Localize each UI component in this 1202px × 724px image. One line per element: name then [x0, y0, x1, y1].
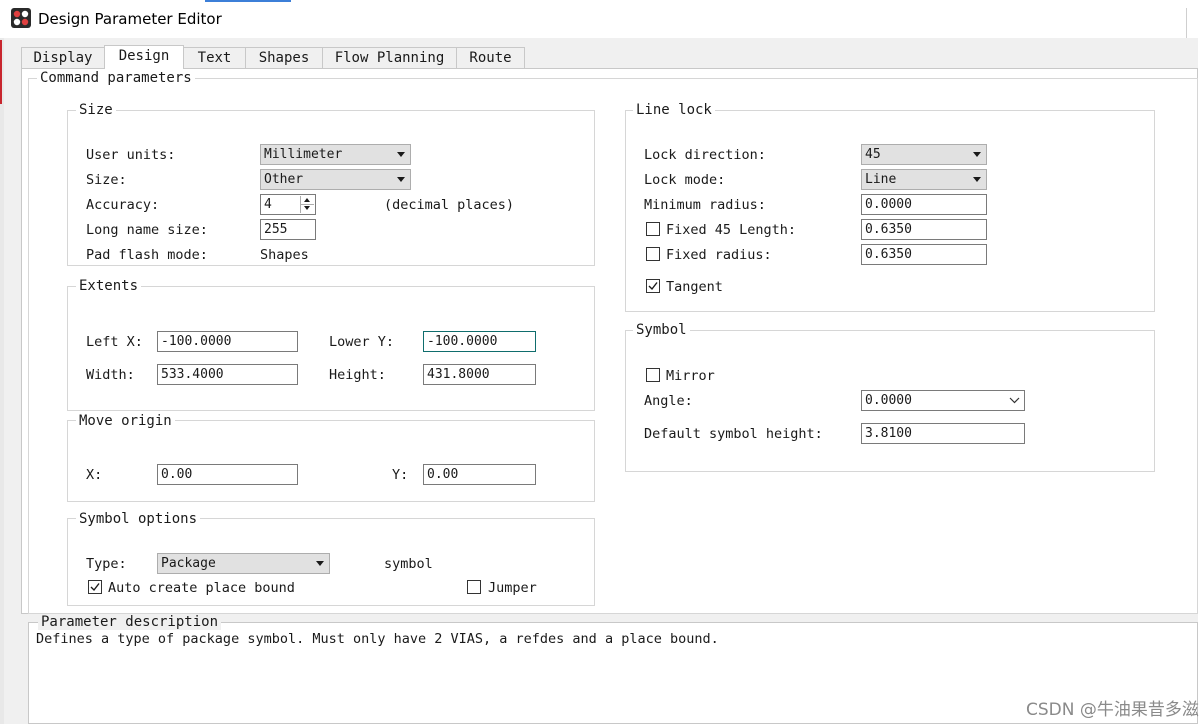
tab-route[interactable]: Route [456, 47, 525, 68]
origin-y-label: Y: [392, 467, 409, 483]
default-height-input[interactable]: 3.8100 [861, 423, 1025, 444]
user-units-value: Millimeter [264, 147, 343, 162]
jumper-checkbox[interactable] [467, 580, 481, 594]
tangent-label: Tangent [666, 279, 723, 295]
lower-y-input[interactable]: -100.0000 [423, 331, 536, 352]
lock-direction-label: Lock direction: [644, 147, 766, 163]
tab-text[interactable]: Text [183, 47, 246, 68]
fixed-radius-checkbox[interactable] [646, 247, 660, 261]
accuracy-value: 4 [264, 197, 272, 212]
tab-flow-planning[interactable]: Flow Planning [322, 47, 457, 68]
fixed45-input[interactable]: 0.6350 [861, 219, 987, 240]
min-radius-input[interactable]: 0.0000 [861, 194, 987, 215]
long-name-input[interactable]: 255 [260, 219, 316, 240]
accuracy-suffix: (decimal places) [384, 197, 515, 213]
lock-direction-value: 45 [865, 147, 881, 162]
checkmark-icon [90, 583, 100, 592]
pad-flash-label: Pad flash mode: [86, 247, 208, 263]
symbol-type-suffix: symbol [384, 556, 433, 572]
user-units-label: User units: [86, 147, 176, 163]
left-x-label: Left X: [86, 334, 143, 350]
origin-y-input[interactable]: 0.00 [423, 464, 536, 485]
symbol-options-title: Symbol options [76, 511, 201, 527]
angle-value: 0.0000 [865, 393, 912, 408]
size-value: Other [264, 172, 304, 187]
command-parameters-title: Command parameters [37, 70, 195, 86]
left-edge-accent [0, 40, 2, 104]
size-label: Size: [86, 172, 127, 188]
tab-shapes[interactable]: Shapes [245, 47, 323, 68]
window-title: Design Parameter Editor [38, 10, 222, 28]
jumper-label: Jumper [488, 580, 537, 596]
parameter-description-title: Parameter description [38, 614, 222, 630]
auto-create-checkbox[interactable] [88, 580, 102, 594]
mirror-label: Mirror [666, 368, 715, 384]
user-units-dropdown[interactable]: Millimeter [260, 144, 411, 165]
height-input[interactable]: 431.8000 [423, 364, 536, 385]
chevron-down-icon [973, 177, 981, 182]
symbol-type-dropdown[interactable]: Package [157, 553, 330, 574]
spin-arrows-icon[interactable] [300, 196, 314, 213]
size-group-title: Size [76, 102, 116, 118]
mirror-checkbox[interactable] [646, 368, 660, 382]
angle-dropdown[interactable]: 0.0000 [861, 390, 1025, 411]
height-label: Height: [329, 367, 386, 383]
fixed-radius-label: Fixed radius: [666, 247, 772, 263]
long-name-label: Long name size: [86, 222, 208, 238]
tab-display[interactable]: Display [21, 47, 105, 68]
move-origin-title: Move origin [76, 413, 175, 429]
width-label: Width: [86, 367, 135, 383]
chevron-down-icon [1009, 397, 1020, 404]
accuracy-label: Accuracy: [86, 197, 160, 213]
lock-direction-dropdown[interactable]: 45 [861, 144, 987, 165]
lock-mode-label: Lock mode: [644, 172, 726, 188]
fixed-radius-input[interactable]: 0.6350 [861, 244, 987, 265]
lower-y-label: Lower Y: [329, 334, 395, 350]
angle-label: Angle: [644, 393, 693, 409]
left-x-input[interactable]: -100.0000 [157, 331, 298, 352]
symbol-type-value: Package [161, 556, 216, 571]
move-origin-group [67, 420, 595, 502]
left-edge [0, 38, 4, 724]
checkmark-icon [648, 282, 658, 291]
chevron-down-icon [973, 152, 981, 157]
extents-group-title: Extents [76, 278, 142, 294]
title-accent-line [205, 0, 291, 2]
chevron-down-icon [316, 561, 324, 566]
chevron-down-icon [397, 152, 405, 157]
chevron-down-icon [397, 177, 405, 182]
symbol-group-title: Symbol [633, 322, 690, 338]
watermark: CSDN @牛油果昔多滋 [1026, 700, 1199, 720]
size-dropdown[interactable]: Other [260, 169, 411, 190]
fixed45-label: Fixed 45 Length: [666, 222, 797, 238]
parameter-description-text: Defines a type of package symbol. Must o… [36, 631, 719, 647]
fixed45-checkbox[interactable] [646, 222, 660, 236]
accuracy-spinbox[interactable]: 4 [260, 194, 316, 215]
origin-x-input[interactable]: 0.00 [157, 464, 298, 485]
origin-x-label: X: [86, 467, 103, 483]
auto-create-label: Auto create place bound [108, 580, 295, 596]
width-input[interactable]: 533.4000 [157, 364, 298, 385]
app-icon [11, 8, 31, 28]
default-height-label: Default symbol height: [644, 426, 823, 442]
symbol-type-label: Type: [86, 556, 127, 572]
line-lock-title: Line lock [633, 102, 715, 118]
tangent-checkbox[interactable] [646, 279, 660, 293]
min-radius-label: Minimum radius: [644, 197, 766, 213]
pad-flash-value: Shapes [260, 247, 309, 263]
lock-mode-value: Line [865, 172, 897, 187]
lock-mode-dropdown[interactable]: Line [861, 169, 987, 190]
tab-design[interactable]: Design [104, 45, 184, 69]
